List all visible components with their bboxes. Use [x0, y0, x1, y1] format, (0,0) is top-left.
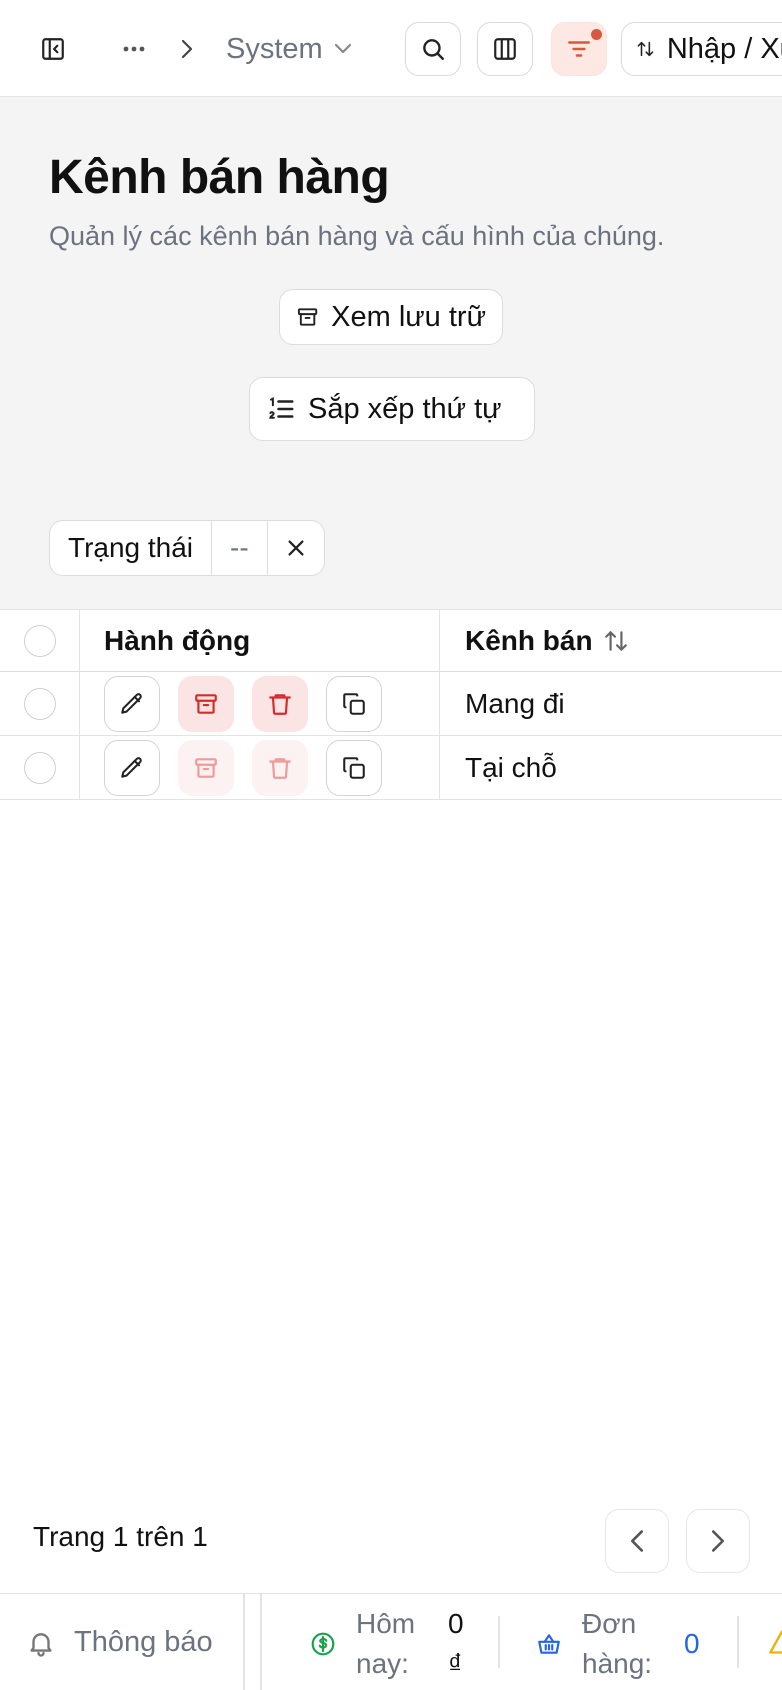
- footer-divider: [498, 1616, 500, 1668]
- channels-table: Hành động Kênh bán Mang đi Tại chỗ: [0, 609, 782, 800]
- footer-divider: [243, 1594, 245, 1690]
- channel-name: Tại chỗ: [465, 751, 557, 783]
- dollar-circle-icon: [311, 1632, 335, 1656]
- import-export-label: Nhập / Xuất: [666, 32, 782, 65]
- search-icon: [423, 39, 444, 60]
- pagination-info: Trang 1 trên 1: [33, 1521, 208, 1552]
- archive-icon: [195, 757, 217, 778]
- chevron-right-icon: [711, 1530, 725, 1552]
- trash-icon: [269, 693, 291, 715]
- view-archive-button[interactable]: Xem lưu trữ: [279, 289, 503, 345]
- footer-divider: [737, 1616, 739, 1668]
- row-checkbox[interactable]: [23, 751, 56, 784]
- filter-button[interactable]: [551, 22, 607, 76]
- column-header-channel-label: Kênh bán: [465, 624, 593, 656]
- next-page-button[interactable]: [686, 1509, 750, 1573]
- close-icon: [288, 540, 304, 556]
- copy-icon: [343, 756, 365, 779]
- column-header-actions: Hành động: [80, 610, 440, 671]
- trash-icon: [269, 757, 291, 779]
- column-header-channel[interactable]: Kênh bán: [440, 610, 782, 671]
- breadcrumb-separator-icon: [172, 30, 202, 68]
- table-header-row: Hành động Kênh bán: [0, 609, 782, 672]
- today-revenue-stat: Hôm nay: 0 ₫: [310, 1604, 478, 1684]
- page-subtitle: Quản lý các kênh bán hàng và cấu hình củ…: [49, 221, 665, 251]
- archive-icon: [297, 308, 318, 326]
- page-title: Kênh bán hàng: [49, 151, 390, 204]
- edit-button[interactable]: [104, 739, 160, 796]
- archive-icon: [195, 693, 217, 714]
- warning-icon: [769, 1630, 782, 1654]
- select-all-cell: [0, 610, 80, 671]
- notifications-label: Thông báo: [74, 1626, 213, 1658]
- orders-stat: Đơn hàng: 0: [536, 1604, 700, 1684]
- channel-name: Mang đi: [465, 687, 565, 719]
- row-checkbox[interactable]: [23, 687, 56, 720]
- status-filter-value[interactable]: --: [212, 521, 268, 575]
- orders-value: 0: [684, 1628, 700, 1659]
- pencil-icon: [121, 692, 142, 714]
- copy-icon: [343, 692, 365, 715]
- edit-button[interactable]: [104, 675, 160, 732]
- active-filter-dot: [591, 29, 602, 40]
- chevron-left-icon: [630, 1530, 644, 1552]
- top-bar: System Nhập / Xuất: [0, 0, 782, 97]
- columns-button[interactable]: [477, 22, 533, 76]
- row-select-cell: [0, 672, 80, 735]
- archive-button[interactable]: [178, 675, 234, 732]
- today-label: Hôm nay:: [356, 1608, 416, 1679]
- duplicate-button[interactable]: [326, 675, 382, 732]
- ordered-list-icon: [269, 396, 294, 419]
- select-all-checkbox[interactable]: [23, 624, 56, 657]
- basket-icon: [538, 1634, 560, 1654]
- status-bar: Thông báo Hôm nay: 0 ₫ Đơn hàng: 0: [0, 1593, 782, 1690]
- archive-button-disabled: [178, 739, 234, 796]
- sort-order-button[interactable]: Sắp xếp thứ tự: [249, 377, 535, 441]
- orders-label: Đơn hàng:: [582, 1608, 653, 1679]
- row-select-cell: [0, 736, 80, 799]
- clear-filter-button[interactable]: [268, 521, 324, 575]
- delete-button[interactable]: [252, 675, 308, 732]
- status-filter-chip[interactable]: Trạng thái --: [49, 520, 325, 576]
- pencil-icon: [121, 756, 142, 778]
- today-value: 0 ₫: [448, 1608, 464, 1679]
- notifications-button[interactable]: Thông báo: [26, 1594, 213, 1690]
- status-filter-label[interactable]: Trạng thái: [50, 521, 213, 575]
- delete-button-disabled: [252, 739, 308, 796]
- view-archive-label: Xem lưu trữ: [331, 300, 486, 333]
- duplicate-button[interactable]: [326, 739, 382, 796]
- breadcrumb-current-label: System: [226, 32, 323, 65]
- arrows-up-down-icon: [637, 41, 654, 57]
- filter-icon: [568, 41, 590, 57]
- sidebar-toggle-icon[interactable]: [34, 30, 72, 68]
- row-actions: [80, 736, 440, 799]
- columns-icon: [494, 38, 516, 60]
- breadcrumb-current[interactable]: System: [226, 26, 353, 72]
- previous-page-button[interactable]: [605, 1509, 669, 1573]
- sort-icon[interactable]: [603, 628, 629, 654]
- bell-icon: [30, 1632, 52, 1657]
- breadcrumb-more-icon[interactable]: [116, 30, 152, 68]
- chevron-down-icon: [334, 43, 351, 54]
- table-row: Tại chỗ: [0, 736, 782, 800]
- search-button[interactable]: [405, 22, 461, 76]
- sort-order-label: Sắp xếp thứ tự: [308, 392, 502, 425]
- table-row: Mang đi: [0, 672, 782, 736]
- import-export-button[interactable]: Nhập / Xuất: [621, 22, 782, 76]
- row-actions: [80, 672, 440, 735]
- footer-divider: [260, 1594, 262, 1690]
